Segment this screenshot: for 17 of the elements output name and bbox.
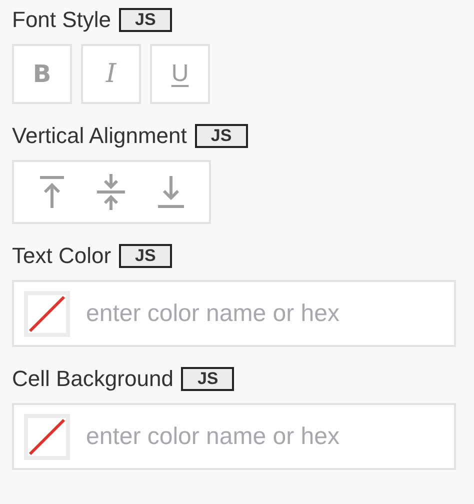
js-badge[interactable]: JS	[181, 367, 234, 391]
section-label: Cell Background	[12, 365, 174, 393]
no-color-swatch-icon	[24, 290, 70, 336]
js-badge[interactable]: JS	[194, 124, 248, 148]
js-badge[interactable]: JS	[119, 244, 172, 268]
section-label: Vertical Alignment	[12, 122, 187, 150]
color-input[interactable]: enter color name or hex	[86, 296, 444, 332]
color-field[interactable]: enter color name or hex	[12, 403, 456, 470]
color-input[interactable]: enter color name or hex	[86, 418, 444, 454]
no-color-swatch-icon	[24, 414, 70, 460]
section-label: Font Style	[12, 6, 112, 34]
section-label: Text Color	[12, 242, 112, 270]
color-field[interactable]: enter color name or hex	[12, 280, 456, 347]
js-badge[interactable]: JS	[119, 8, 172, 32]
align-middle-icon	[95, 172, 128, 212]
align-top-icon	[38, 174, 66, 210]
align-bottom-icon	[156, 174, 186, 210]
